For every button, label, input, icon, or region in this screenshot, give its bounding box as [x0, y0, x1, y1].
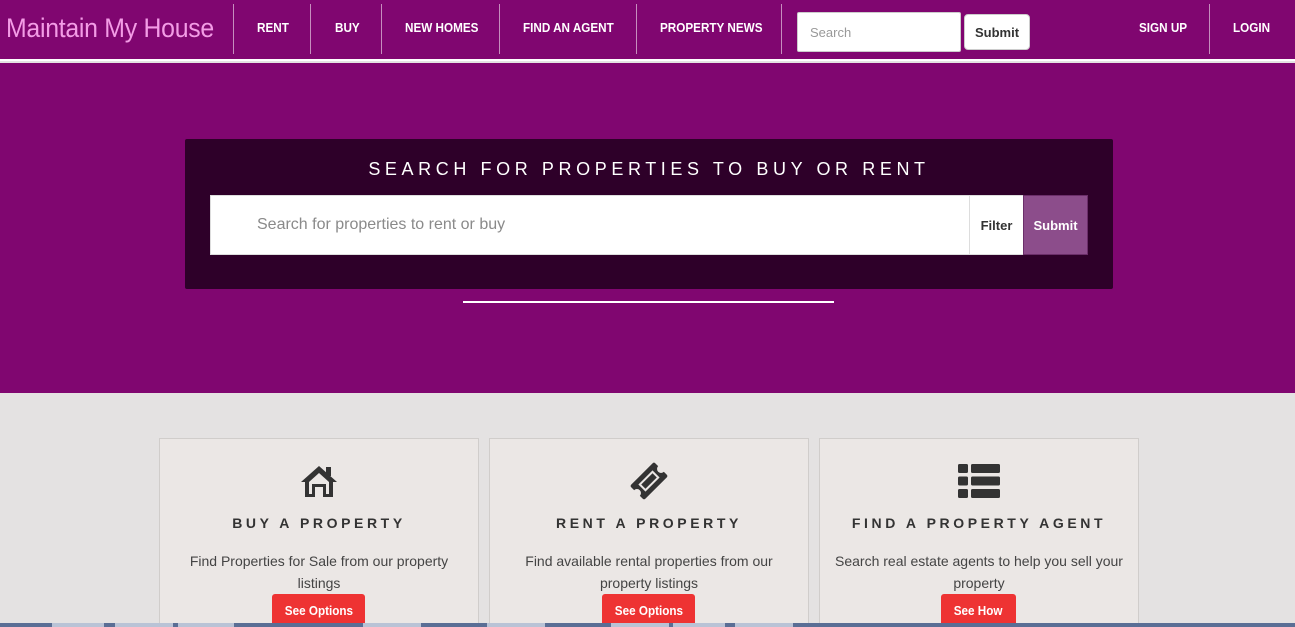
nav-submit-button[interactable]: Submit: [964, 14, 1030, 50]
taskbar-item: [487, 623, 545, 627]
taskbar-item: [363, 623, 421, 627]
button-label: See Options: [614, 602, 683, 618]
nav-divider: [499, 4, 500, 54]
nav-link-find-agent[interactable]: FIND AN AGENT: [523, 20, 614, 35]
card-buy-property: BUY A PROPERTY Find Properties for Sale …: [159, 438, 479, 627]
nav-divider: [636, 4, 637, 54]
see-options-button[interactable]: See Options: [602, 594, 695, 626]
hero-section: SEARCH FOR PROPERTIES TO BUY OR RENT Fil…: [0, 63, 1295, 393]
taskbar-item: [52, 623, 104, 627]
hero-divider: [463, 301, 834, 303]
nav-link-property-news[interactable]: PROPERTY NEWS: [660, 20, 763, 35]
nav-link-rent[interactable]: RENT: [257, 20, 289, 35]
ticket-icon: [490, 461, 808, 501]
card-description: Search real estate agents to help you se…: [835, 553, 1123, 591]
card-title: RENT A PROPERTY: [556, 515, 742, 531]
card-rent-property: RENT A PROPERTY Find available rental pr…: [489, 438, 809, 627]
button-label: See How: [954, 602, 1003, 618]
top-navbar: Maintain My House RENT BUY NEW HOMES FIN…: [0, 0, 1295, 61]
button-label: See Options: [284, 602, 353, 618]
property-search-bar: Filter Submit: [210, 195, 1088, 255]
taskbar-strip: [0, 623, 1295, 627]
card-title: FIND A PROPERTY AGENT: [851, 515, 1107, 531]
list-icon: [820, 461, 1138, 501]
card-title: BUY A PROPERTY: [232, 515, 406, 531]
nav-divider: [310, 4, 311, 54]
nav-link-login[interactable]: LOGIN: [1233, 20, 1270, 35]
nav-divider: [1209, 4, 1210, 54]
nav-divider: [781, 4, 782, 54]
see-how-button[interactable]: See How: [941, 594, 1016, 626]
see-options-button[interactable]: See Options: [272, 594, 365, 626]
nav-link-sign-up[interactable]: SIGN UP: [1139, 20, 1187, 35]
property-search-panel: SEARCH FOR PROPERTIES TO BUY OR RENT Fil…: [185, 139, 1113, 289]
nav-divider: [233, 4, 234, 54]
card-find-agent: FIND A PROPERTY AGENT Search real estate…: [819, 438, 1139, 627]
search-panel-title: SEARCH FOR PROPERTIES TO BUY OR RENT: [368, 159, 930, 179]
taskbar-item: [735, 623, 793, 627]
brand-logo[interactable]: Maintain My House: [6, 13, 214, 44]
nav-link-new-homes[interactable]: NEW HOMES: [405, 20, 478, 35]
filter-button[interactable]: Filter: [969, 196, 1023, 254]
home-icon: [160, 461, 478, 501]
nav-divider: [381, 4, 382, 54]
taskbar-item: [115, 623, 173, 627]
card-description: Find Properties for Sale from our proper…: [189, 553, 449, 591]
nav-search-input[interactable]: [797, 12, 961, 52]
taskbar-item: [178, 623, 234, 627]
property-search-input[interactable]: [211, 196, 969, 254]
taskbar-item: [673, 623, 725, 627]
card-description: Find available rental properties from ou…: [525, 553, 773, 591]
nav-link-buy[interactable]: BUY: [335, 20, 360, 35]
search-submit-button[interactable]: Submit: [1023, 195, 1088, 255]
taskbar-item: [611, 623, 669, 627]
